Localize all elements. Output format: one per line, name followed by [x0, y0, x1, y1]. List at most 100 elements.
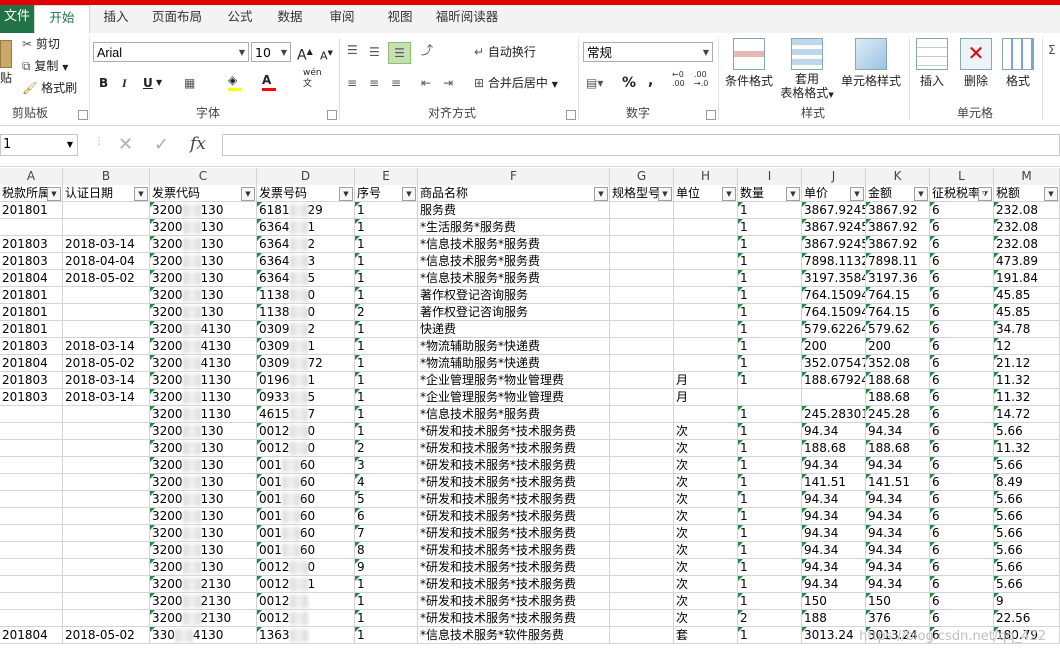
- filter-dropdown-icon[interactable]: ▼: [594, 187, 608, 201]
- table-cell[interactable]: *研发和技术服务*技术服务费: [418, 457, 610, 474]
- fill-color-button[interactable]: ◈: [228, 70, 242, 91]
- percent-button[interactable]: %: [622, 73, 636, 93]
- table-cell[interactable]: *研发和技术服务*技术服务费: [418, 610, 610, 627]
- table-cell[interactable]: [610, 559, 674, 576]
- table-cell[interactable]: [0, 610, 63, 627]
- table-cell[interactable]: 次: [674, 508, 738, 525]
- table-cell[interactable]: [674, 304, 738, 321]
- table-cell[interactable]: 0012 0: [257, 440, 355, 457]
- filter-dropdown-icon[interactable]: ▼: [241, 187, 255, 201]
- tab-5[interactable]: 审阅: [318, 5, 366, 32]
- table-cell[interactable]: [0, 440, 63, 457]
- table-cell[interactable]: 次: [674, 457, 738, 474]
- table-cell[interactable]: 5.66: [994, 508, 1060, 525]
- table-cell[interactable]: 3200 130: [150, 304, 257, 321]
- increase-indent-icon[interactable]: ⇥: [443, 73, 453, 93]
- tab-4[interactable]: 数据: [268, 5, 312, 32]
- table-cell[interactable]: 6: [930, 542, 994, 559]
- align-bottom-icon[interactable]: ☰: [388, 42, 411, 64]
- table-cell[interactable]: *企业管理服务*物业管理费: [418, 389, 610, 406]
- table-cell[interactable]: 1: [738, 525, 802, 542]
- table-cell[interactable]: [63, 219, 150, 236]
- table-cell[interactable]: 次: [674, 423, 738, 440]
- table-cell[interactable]: [63, 610, 150, 627]
- insert-cells-button[interactable]: 插入: [912, 38, 952, 89]
- table-cell[interactable]: 11.32: [994, 372, 1060, 389]
- table-cell[interactable]: 232.08: [994, 236, 1060, 253]
- table-cell[interactable]: [63, 508, 150, 525]
- table-cell[interactable]: [610, 406, 674, 423]
- table-cell[interactable]: 188.67924: [802, 372, 866, 389]
- table-cell[interactable]: 201801: [0, 321, 63, 338]
- table-cell[interactable]: 11.32: [994, 440, 1060, 457]
- tab-2[interactable]: 页面布局: [142, 5, 212, 32]
- font-launcher-icon[interactable]: [327, 110, 337, 120]
- table-cell[interactable]: 6: [930, 219, 994, 236]
- table-cell[interactable]: 5: [355, 491, 418, 508]
- table-cell[interactable]: 201803: [0, 372, 63, 389]
- table-cell[interactable]: [610, 610, 674, 627]
- table-cell[interactable]: 1: [355, 287, 418, 304]
- table-cell[interactable]: 3200 130: [150, 219, 257, 236]
- table-cell[interactable]: 次: [674, 593, 738, 610]
- shrink-font-button[interactable]: A▼: [320, 43, 333, 63]
- increase-decimal-icon[interactable]: ←0.00: [672, 70, 685, 90]
- table-cell[interactable]: [63, 474, 150, 491]
- table-cell[interactable]: 月: [674, 372, 738, 389]
- formula-input[interactable]: [222, 134, 1060, 156]
- table-cell[interactable]: 3200 2130: [150, 576, 257, 593]
- table-cell[interactable]: *信息技术服务*服务费: [418, 406, 610, 423]
- header-cell[interactable]: 税额 ▼: [994, 185, 1060, 202]
- underline-button[interactable]: U: [143, 73, 153, 93]
- table-cell[interactable]: 3200 1130: [150, 372, 257, 389]
- table-cell[interactable]: 764.15094: [802, 287, 866, 304]
- wrap-text-button[interactable]: ↵ 自动换行: [474, 42, 536, 62]
- number-format-select[interactable]: 常规 ▼: [583, 42, 713, 62]
- table-cell[interactable]: 3867.9245: [802, 219, 866, 236]
- table-cell[interactable]: 1: [355, 219, 418, 236]
- table-cell[interactable]: *信息技术服务*服务费: [418, 270, 610, 287]
- table-cell[interactable]: [674, 219, 738, 236]
- delete-cells-button[interactable]: ✕ 删除: [956, 38, 996, 89]
- table-cell[interactable]: 2: [355, 304, 418, 321]
- table-cell[interactable]: 6181 29: [257, 202, 355, 219]
- table-cell[interactable]: 232.08: [994, 202, 1060, 219]
- table-cell[interactable]: 34.78: [994, 321, 1060, 338]
- table-cell[interactable]: 3200 1130: [150, 389, 257, 406]
- filter-dropdown-icon[interactable]: ▼: [1044, 187, 1058, 201]
- table-cell[interactable]: 1: [355, 406, 418, 423]
- table-cell[interactable]: [674, 321, 738, 338]
- table-cell[interactable]: 8: [355, 542, 418, 559]
- table-cell[interactable]: 6: [930, 525, 994, 542]
- table-cell[interactable]: [674, 287, 738, 304]
- table-cell[interactable]: 服务费: [418, 202, 610, 219]
- table-cell[interactable]: 150: [866, 593, 930, 610]
- table-cell[interactable]: 3200 130: [150, 270, 257, 287]
- table-cell[interactable]: 6: [930, 474, 994, 491]
- table-cell[interactable]: 2018-03-14: [63, 338, 150, 355]
- header-cell[interactable]: 认证日期 ▼: [63, 185, 150, 202]
- table-cell[interactable]: 1: [355, 355, 418, 372]
- table-cell[interactable]: 1: [738, 457, 802, 474]
- table-cell[interactable]: 94.34: [802, 525, 866, 542]
- column-header-d[interactable]: D: [257, 168, 355, 185]
- table-cell[interactable]: 5.66: [994, 457, 1060, 474]
- table-cell[interactable]: 6: [930, 202, 994, 219]
- table-cell[interactable]: 1: [738, 508, 802, 525]
- table-cell[interactable]: [63, 406, 150, 423]
- table-cell[interactable]: 376: [866, 610, 930, 627]
- column-header-g[interactable]: G: [610, 168, 674, 185]
- table-cell[interactable]: 3200 130: [150, 202, 257, 219]
- font-family-select[interactable]: Arial ▼: [93, 42, 249, 62]
- table-cell[interactable]: 2018-03-14: [63, 389, 150, 406]
- paste-button[interactable]: [0, 40, 14, 68]
- merge-center-button[interactable]: ⊞ 合并后居中 ▼: [474, 73, 558, 93]
- table-cell[interactable]: [674, 236, 738, 253]
- table-cell[interactable]: 94.34: [802, 508, 866, 525]
- table-cell[interactable]: [610, 474, 674, 491]
- table-cell[interactable]: 2018-04-04: [63, 253, 150, 270]
- table-cell[interactable]: 7: [355, 525, 418, 542]
- table-cell[interactable]: 94.34: [802, 542, 866, 559]
- table-cell[interactable]: [0, 219, 63, 236]
- table-cell[interactable]: [0, 491, 63, 508]
